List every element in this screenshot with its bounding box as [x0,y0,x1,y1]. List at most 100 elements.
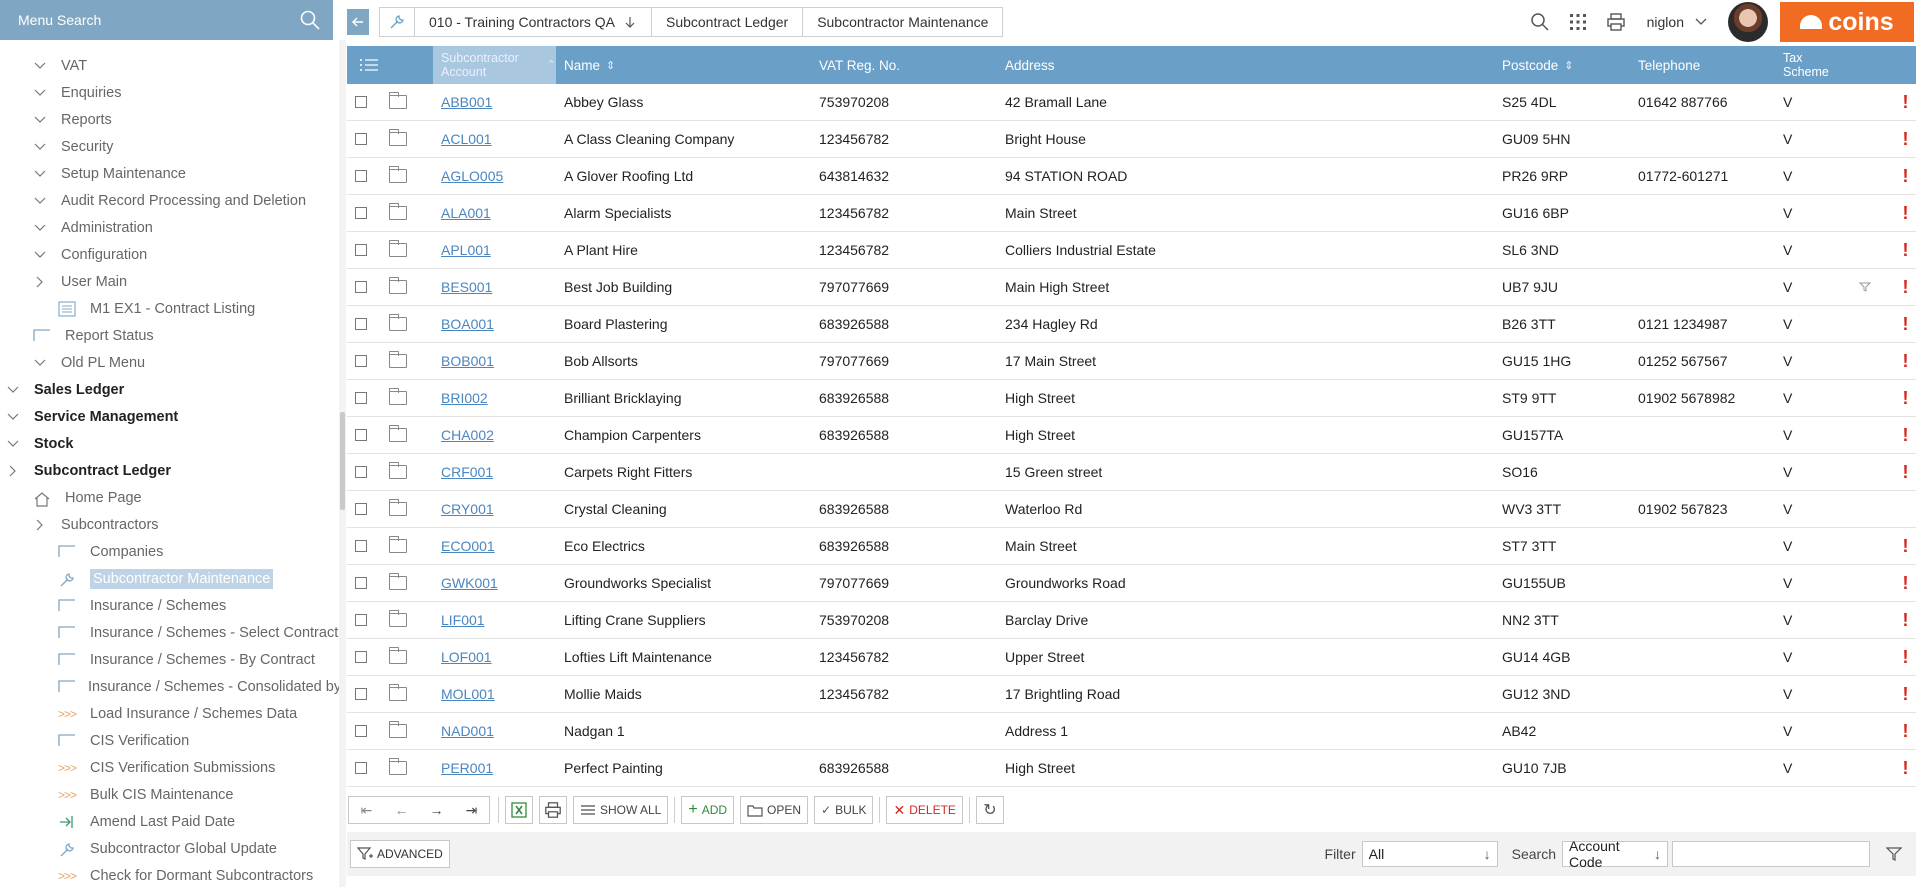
table-row[interactable]: AGLO005 A Glover Roofing Ltd 643814632 94 S… [347,158,1916,195]
breadcrumb-company[interactable]: 010 - Training Contractors QA [415,8,652,36]
folder-icon[interactable] [389,684,407,701]
account-link[interactable]: ALA001 [441,205,491,221]
export-excel-button[interactable] [505,796,533,824]
chevron-right-icon[interactable] [6,464,20,478]
row-checkbox[interactable] [355,651,367,663]
column-header-address[interactable]: Address [997,46,1494,84]
account-link[interactable]: BRI002 [441,390,488,406]
avatar[interactable] [1728,2,1768,42]
apps-button[interactable] [1563,7,1593,37]
chevron-down-icon[interactable] [33,86,47,100]
row-checkbox[interactable] [355,392,367,404]
first-page-icon[interactable]: ⇤ [349,797,384,823]
account-link[interactable]: ECO001 [441,538,495,554]
sidebar-item[interactable]: Reports [0,106,340,133]
table-row[interactable]: LOF001 Lofties Lift Maintenance 123456782 U… [347,639,1916,676]
row-checkbox[interactable] [355,614,367,626]
advanced-filter-button[interactable]: ADVANCED [350,840,450,868]
sidebar-item[interactable]: Audit Record Processing and Deletion [0,187,340,214]
warning-icon[interactable]: ! [1903,92,1909,113]
table-row[interactable]: GWK001 Groundworks Specialist 797077669 Gro… [347,565,1916,602]
warning-icon[interactable]: ! [1903,277,1909,298]
chevron-down-icon[interactable] [33,356,47,370]
folder-icon[interactable] [389,573,407,590]
sidebar-item[interactable]: Service Management [0,403,340,430]
next-page-icon[interactable]: → [419,797,454,823]
account-link[interactable]: AGLO005 [441,168,503,184]
folder-icon[interactable] [389,203,407,220]
bulk-button[interactable]: ✓ BULK [814,796,874,824]
last-page-icon[interactable]: ⇥ [454,797,489,823]
chevron-down-icon[interactable] [33,113,47,127]
sidebar-item[interactable]: Insurance / Schemes - By Contract [0,646,340,673]
table-row[interactable]: PER001 Perfect Painting 683926588 High Stre… [347,750,1916,787]
chevron-right-icon[interactable] [33,518,47,532]
sidebar-item[interactable]: CIS Verification [0,727,340,754]
breadcrumb-module[interactable]: Subcontract Ledger [652,8,804,36]
warning-icon[interactable]: ! [1903,351,1909,372]
sidebar-item[interactable]: Security [0,133,340,160]
table-row[interactable]: NAD001 Nadgan 1 Address 1 AB42 V! [347,713,1916,750]
table-row[interactable]: APL001 A Plant Hire 123456782 Colliers Indu… [347,232,1916,269]
folder-icon[interactable] [389,536,407,553]
sidebar-item[interactable]: Companies [0,538,340,565]
sidebar-item[interactable]: Subcontractors [0,511,340,538]
column-header-tax-scheme[interactable]: Tax Scheme [1775,46,1835,84]
sidebar-item[interactable]: Insurance / Schemes - Consolidated by [0,673,341,700]
sidebar-item[interactable]: VAT [0,52,340,79]
folder-icon[interactable] [389,758,407,775]
folder-icon[interactable] [389,351,407,368]
folder-icon[interactable] [389,610,407,627]
folder-icon[interactable] [389,647,407,664]
sidebar-item[interactable]: Sales Ledger [0,376,340,403]
show-all-button[interactable]: SHOW ALL [573,796,669,824]
sidebar-item[interactable]: Subcontractor Global Update [0,835,340,862]
table-row[interactable]: ECO001 Eco Electrics 683926588 Main Street S… [347,528,1916,565]
table-row[interactable]: MOL001 Mollie Maids 123456782 17 Brightling… [347,676,1916,713]
table-row[interactable]: CRY001 Crystal Cleaning 683926588 Waterloo … [347,491,1916,528]
sidebar-item[interactable]: Insurance / Schemes [0,592,340,619]
sidebar-item[interactable]: Administration [0,214,340,241]
print-grid-button[interactable] [539,796,567,824]
row-checkbox[interactable] [355,133,367,145]
sidebar-item[interactable]: M1 EX1 - Contract Listing [0,295,340,322]
sidebar-item[interactable]: >>> CIS Verification Submissions [0,754,340,781]
row-checkbox[interactable] [355,281,367,293]
account-link[interactable]: LIF001 [441,612,485,628]
prev-page-icon[interactable]: ← [384,797,419,823]
warning-icon[interactable]: ! [1903,684,1909,705]
sidebar-item[interactable]: Enquiries [0,79,340,106]
row-checkbox[interactable] [355,688,367,700]
warning-icon[interactable]: ! [1903,573,1909,594]
search-input[interactable] [1672,841,1870,867]
account-link[interactable]: LOF001 [441,649,492,665]
folder-icon[interactable] [389,425,407,442]
user-menu[interactable]: niglon [1647,14,1708,30]
print-button[interactable] [1601,7,1631,37]
sidebar-item[interactable]: Amend Last Paid Date [0,808,340,835]
sidebar-item[interactable]: >>> Bulk CIS Maintenance [0,781,340,808]
chevron-right-icon[interactable] [33,275,47,289]
sidebar-item[interactable]: Subcontractor Maintenance [0,565,340,592]
column-header-vat[interactable]: VAT Reg. No. [811,46,997,84]
sidebar-item[interactable]: Stock [0,430,340,457]
folder-icon[interactable] [389,462,407,479]
column-header-telephone[interactable]: Telephone [1630,46,1775,84]
filter-icon[interactable] [1859,282,1871,292]
row-checkbox[interactable] [355,577,367,589]
menu-search-bar[interactable]: Menu Search [0,0,333,40]
row-checkbox[interactable] [355,355,367,367]
chevron-down-icon[interactable] [6,410,20,424]
account-link[interactable]: MOL001 [441,686,495,702]
warning-icon[interactable]: ! [1903,536,1909,557]
warning-icon[interactable]: ! [1903,203,1909,224]
account-link[interactable]: CRF001 [441,464,493,480]
account-link[interactable]: ABB001 [441,94,492,110]
account-link[interactable]: BES001 [441,279,492,295]
warning-icon[interactable]: ! [1903,425,1909,446]
table-row[interactable]: CHA002 Champion Carpenters 683926588 High S… [347,417,1916,454]
row-checkbox[interactable] [355,540,367,552]
row-checkbox[interactable] [355,207,367,219]
account-link[interactable]: BOB001 [441,353,494,369]
row-checkbox[interactable] [355,725,367,737]
